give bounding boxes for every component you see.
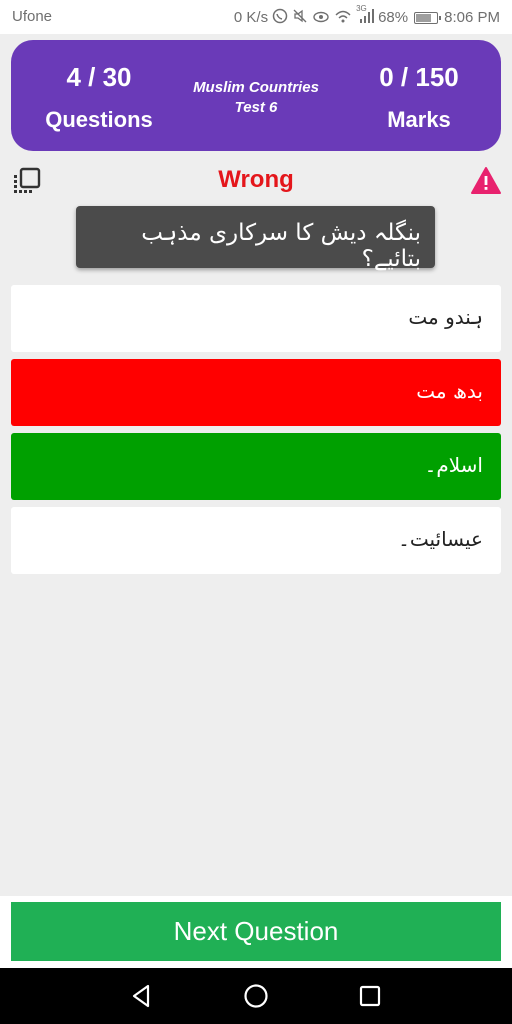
questions-counter: 4 / 30 Questions <box>29 40 169 151</box>
wifi-icon <box>334 8 352 27</box>
answer-option-4[interactable]: عیسائیت۔ <box>11 507 501 574</box>
quiz-title-line1: Muslim Countries <box>193 79 319 96</box>
battery-percent: 68% <box>378 9 409 26</box>
quiz-title-line2: Test 6 <box>234 99 278 116</box>
mute-icon <box>292 8 308 27</box>
back-icon[interactable] <box>126 980 158 1012</box>
marks-label: Marks <box>387 107 451 132</box>
answer-option-3[interactable]: اسلام۔ <box>11 433 501 500</box>
answer-option-2[interactable]: بدھ مت <box>11 359 501 426</box>
network-speed: 0 K/s <box>233 9 269 26</box>
next-question-button[interactable]: Next Question <box>11 902 501 961</box>
status-icons: 0 K/s 3G 68% 8:06 PM <box>233 4 500 27</box>
marks-count: 0 / 150 <box>379 62 459 92</box>
network-type: 3G <box>356 4 367 13</box>
navigation-bar <box>0 968 512 1024</box>
answer-option-1[interactable]: ہندو مت <box>11 285 501 352</box>
recents-icon[interactable] <box>354 980 386 1012</box>
quiz-title: Muslim Countries Test 6 <box>171 78 341 118</box>
questions-label: Questions <box>45 107 153 132</box>
copy-icon[interactable] <box>12 166 42 196</box>
questions-count: 4 / 30 <box>66 62 132 92</box>
home-icon[interactable] <box>240 980 272 1012</box>
status-bar: Ufone 0 K/s 3G 68% 8:06 PM <box>0 0 512 34</box>
report-warning-icon[interactable] <box>470 166 502 196</box>
answer-feedback: Wrong <box>218 166 294 193</box>
marks-counter: 0 / 150 Marks <box>349 40 489 151</box>
battery-icon <box>414 11 442 24</box>
eye-icon <box>312 8 330 27</box>
carrier-name: Ufone <box>12 8 53 25</box>
score-header: 4 / 30 Questions Muslim Countries Test 6… <box>11 40 501 151</box>
signal-icon: 3G <box>356 4 375 27</box>
phone-icon <box>272 8 288 27</box>
question-text: بنگلہ دیش کا سرکاری مذہب بتائیے؟ <box>76 206 435 272</box>
clock: 8:06 PM <box>444 9 500 26</box>
